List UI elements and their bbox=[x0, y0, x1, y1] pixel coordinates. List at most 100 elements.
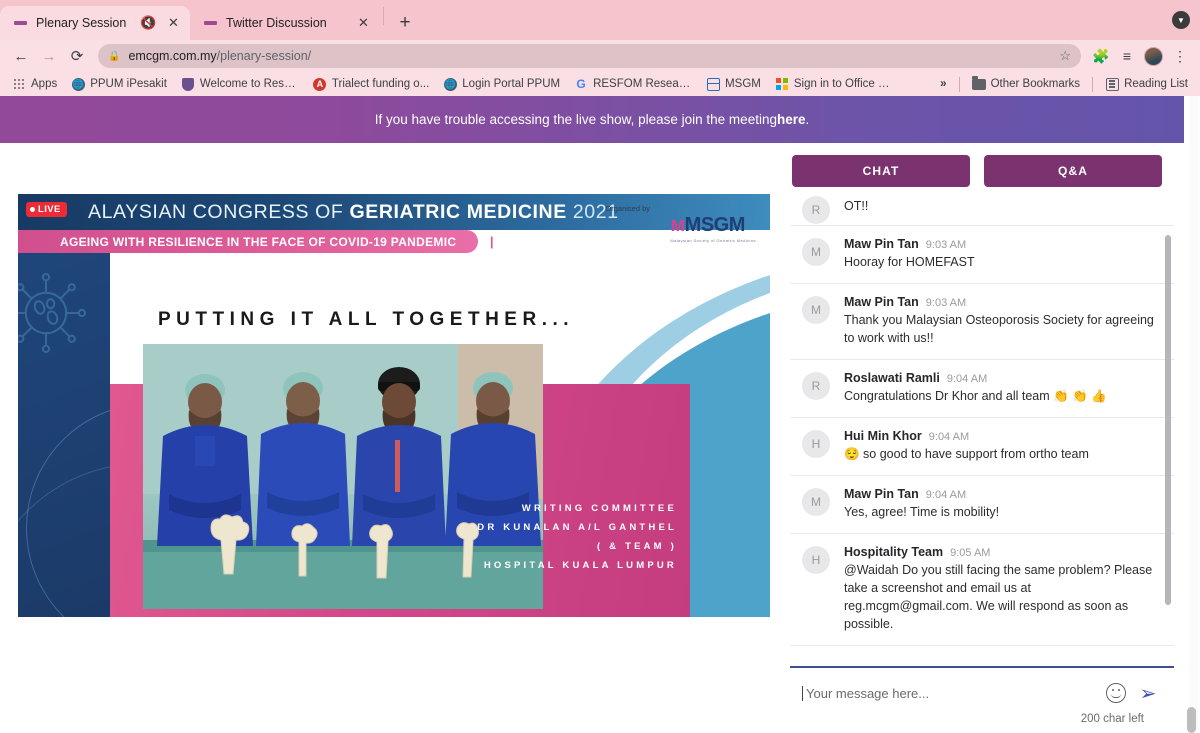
slide-dates-text: 19 - 21 August 2021 bbox=[498, 234, 611, 249]
notice-text: If you have trouble accessing the live s… bbox=[374, 112, 777, 127]
bookmark-ppum-ipesakit[interactable]: 🌐 PPUM iPesakit bbox=[65, 75, 173, 93]
page-scrollbar-thumb[interactable] bbox=[1187, 707, 1196, 733]
bookmark-label: Apps bbox=[31, 78, 58, 90]
page-scrollbar-track[interactable] bbox=[1187, 96, 1198, 733]
bookmark-welcome-to-rese[interactable]: Welcome to Rese... bbox=[175, 75, 305, 93]
chat-message-list[interactable]: R OT!! M Maw Pin Tan 9:03 AM Hooray for … bbox=[790, 195, 1174, 668]
forward-icon[interactable]: → bbox=[36, 43, 62, 69]
message-header: Hui Min Khor 9:04 AM bbox=[844, 429, 1158, 443]
window-icon bbox=[706, 77, 720, 91]
reading-list-button[interactable]: Reading List bbox=[1099, 75, 1194, 93]
avatar: H bbox=[802, 430, 830, 458]
congress-title-light: ALAYSIAN CONGRESS OF bbox=[88, 200, 350, 223]
globe-icon: 🌐 bbox=[71, 77, 85, 91]
emoji-icon[interactable] bbox=[1106, 683, 1126, 703]
credit-line: ( & TEAM ) bbox=[596, 541, 677, 552]
video-column: PUTTING IT ALL TOGETHER... WRITING COMMI… bbox=[0, 143, 790, 733]
live-badge-label: LIVE bbox=[38, 204, 61, 215]
page-content: If you have trouble accessing the live s… bbox=[0, 96, 1200, 733]
folder-icon bbox=[971, 75, 986, 91]
slide-credits: WRITING COMMITTEE DR KUNALAN A/L GANTHEL… bbox=[477, 499, 677, 575]
chat-scrollbar[interactable] bbox=[1165, 235, 1171, 605]
bookmark-star-icon[interactable]: ☆ bbox=[1059, 48, 1071, 64]
congress-title: ALAYSIAN CONGRESS OF GERIATRIC MEDICINE … bbox=[18, 201, 619, 224]
msgm-logo: ᴍMSGM Malaysian Society of Geriatric Med… bbox=[670, 214, 756, 243]
bookmark-msgm[interactable]: MSGM bbox=[700, 75, 767, 93]
message-composer: ➢ 200 char left bbox=[790, 668, 1174, 729]
virus-illustration-icon bbox=[18, 272, 87, 354]
message-author: Maw Pin Tan bbox=[844, 487, 919, 501]
puzzle-icon[interactable]: 🧩 bbox=[1089, 44, 1113, 68]
message-time: 9:04 AM bbox=[946, 373, 988, 385]
organised-by-label: Organised by bbox=[605, 204, 650, 213]
slide-dates: | 19 - 21 August 2021 bbox=[490, 234, 611, 249]
bookmark-sign-in-office[interactable]: Sign in to Office 3... bbox=[769, 75, 899, 93]
close-icon[interactable]: ✕ bbox=[355, 15, 372, 32]
google-g-icon: G bbox=[576, 77, 586, 91]
slide-header-bar: ALAYSIAN CONGRESS OF GERIATRIC MEDICINE … bbox=[18, 194, 770, 243]
close-icon[interactable]: ✕ bbox=[165, 15, 182, 32]
msgm-logo-text: MSGM bbox=[684, 214, 746, 236]
message-header: Maw Pin Tan 9:03 AM bbox=[844, 295, 1158, 309]
chat-tab-bar: CHAT Q&A bbox=[790, 143, 1174, 195]
other-bookmarks-button[interactable]: Other Bookmarks bbox=[966, 75, 1086, 93]
back-icon[interactable]: ← bbox=[8, 43, 34, 69]
notice-here-link[interactable]: here bbox=[777, 112, 806, 127]
microsoft-icon bbox=[775, 77, 789, 91]
message-text: Hooray for HOMEFAST bbox=[844, 255, 975, 269]
bookmark-trialect-funding[interactable]: A Trialect funding o... bbox=[307, 75, 435, 93]
tab-qa[interactable]: Q&A bbox=[984, 155, 1162, 187]
msgm-logo-mark: ᴍ bbox=[670, 214, 685, 236]
credit-line: HOSPITAL KUALA LUMPUR bbox=[483, 560, 677, 571]
browser-menu-icon[interactable]: ⋮ bbox=[1168, 44, 1192, 68]
letter-a-icon: A bbox=[313, 77, 327, 91]
credit-line: WRITING COMMITTEE bbox=[521, 503, 677, 514]
browser-window: Plenary Session 🔇 ✕ Twitter Discussion ✕… bbox=[0, 0, 1200, 733]
bookmarks-divider bbox=[958, 76, 960, 92]
bookmarks-divider bbox=[1092, 76, 1094, 92]
message-author: Maw Pin Tan bbox=[844, 295, 919, 309]
new-tab-button[interactable]: + bbox=[391, 9, 419, 37]
message-body: Maw Pin Tan 9:03 AM Hooray for HOMEFAST bbox=[844, 237, 1158, 271]
message-header: Maw Pin Tan 9:04 AM bbox=[844, 487, 1158, 501]
reading-list-icon[interactable]: ≡ bbox=[1115, 44, 1139, 68]
chat-message: R OT!! bbox=[790, 195, 1174, 226]
credit-line: DR KUNALAN A/L GANTHEL bbox=[477, 522, 677, 533]
message-body: OT!! bbox=[844, 195, 1158, 213]
slide-subtitle: AGEING WITH RESILIENCE IN THE FACE OF CO… bbox=[60, 234, 457, 249]
message-author: Hospitality Team bbox=[844, 545, 944, 559]
bookmarks-overflow-icon[interactable]: » bbox=[934, 78, 952, 90]
avatar: M bbox=[802, 488, 830, 516]
tab-chat[interactable]: CHAT bbox=[792, 155, 970, 187]
message-time: 9:04 AM bbox=[925, 489, 967, 501]
message-time: 9:05 AM bbox=[950, 547, 991, 559]
message-author: Roslawati Ramli bbox=[844, 371, 940, 385]
chat-panel: CHAT Q&A R OT!! M Maw Pin Tan 9:03 AM Ho… bbox=[790, 143, 1184, 733]
window-control-button[interactable]: ▼ bbox=[1172, 11, 1190, 29]
url-host: emcgm.com.my bbox=[128, 49, 217, 63]
tab-twitter-discussion[interactable]: Twitter Discussion ✕ bbox=[190, 6, 380, 40]
speaker-muted-icon[interactable]: 🔇 bbox=[140, 15, 157, 32]
avatar-icon[interactable] bbox=[1144, 46, 1163, 66]
address-bar[interactable]: 🔒 emcgm.com.my/plenary-session/ ☆ bbox=[98, 44, 1081, 68]
send-icon[interactable]: ➢ bbox=[1136, 682, 1160, 705]
tab-title: Twitter Discussion bbox=[226, 16, 327, 30]
chat-message: R Roslawati Ramli 9:04 AM Congratulation… bbox=[790, 360, 1174, 418]
avatar: R bbox=[802, 372, 830, 400]
bookmark-apps[interactable]: Apps bbox=[6, 75, 63, 93]
bookmark-login-portal-ppum[interactable]: 🌐 Login Portal PPUM bbox=[437, 75, 566, 93]
shield-icon bbox=[181, 77, 195, 91]
bookmark-label: Login Portal PPUM bbox=[462, 78, 561, 90]
reload-icon[interactable]: ⟳ bbox=[64, 43, 90, 69]
tab-plenary-session[interactable]: Plenary Session 🔇 ✕ bbox=[0, 6, 190, 40]
chat-message: M Maw Pin Tan 9:04 AM Yes, agree! Time i… bbox=[790, 476, 1174, 534]
browser-toolbar: ← → ⟳ 🔒 emcgm.com.my/plenary-session/ ☆ … bbox=[0, 40, 1200, 72]
message-text: Yes, agree! Time is mobility! bbox=[844, 505, 1000, 519]
avatar: R bbox=[802, 196, 830, 224]
live-video-player[interactable]: PUTTING IT ALL TOGETHER... WRITING COMMI… bbox=[18, 194, 770, 617]
avatar: M bbox=[802, 296, 830, 324]
slide-title: PUTTING IT ALL TOGETHER... bbox=[158, 309, 575, 330]
bookmark-label: PPUM iPesakit bbox=[90, 78, 167, 90]
bookmark-resfom-research[interactable]: G RESFOM Researc... bbox=[568, 75, 698, 93]
message-input[interactable] bbox=[802, 685, 1096, 701]
